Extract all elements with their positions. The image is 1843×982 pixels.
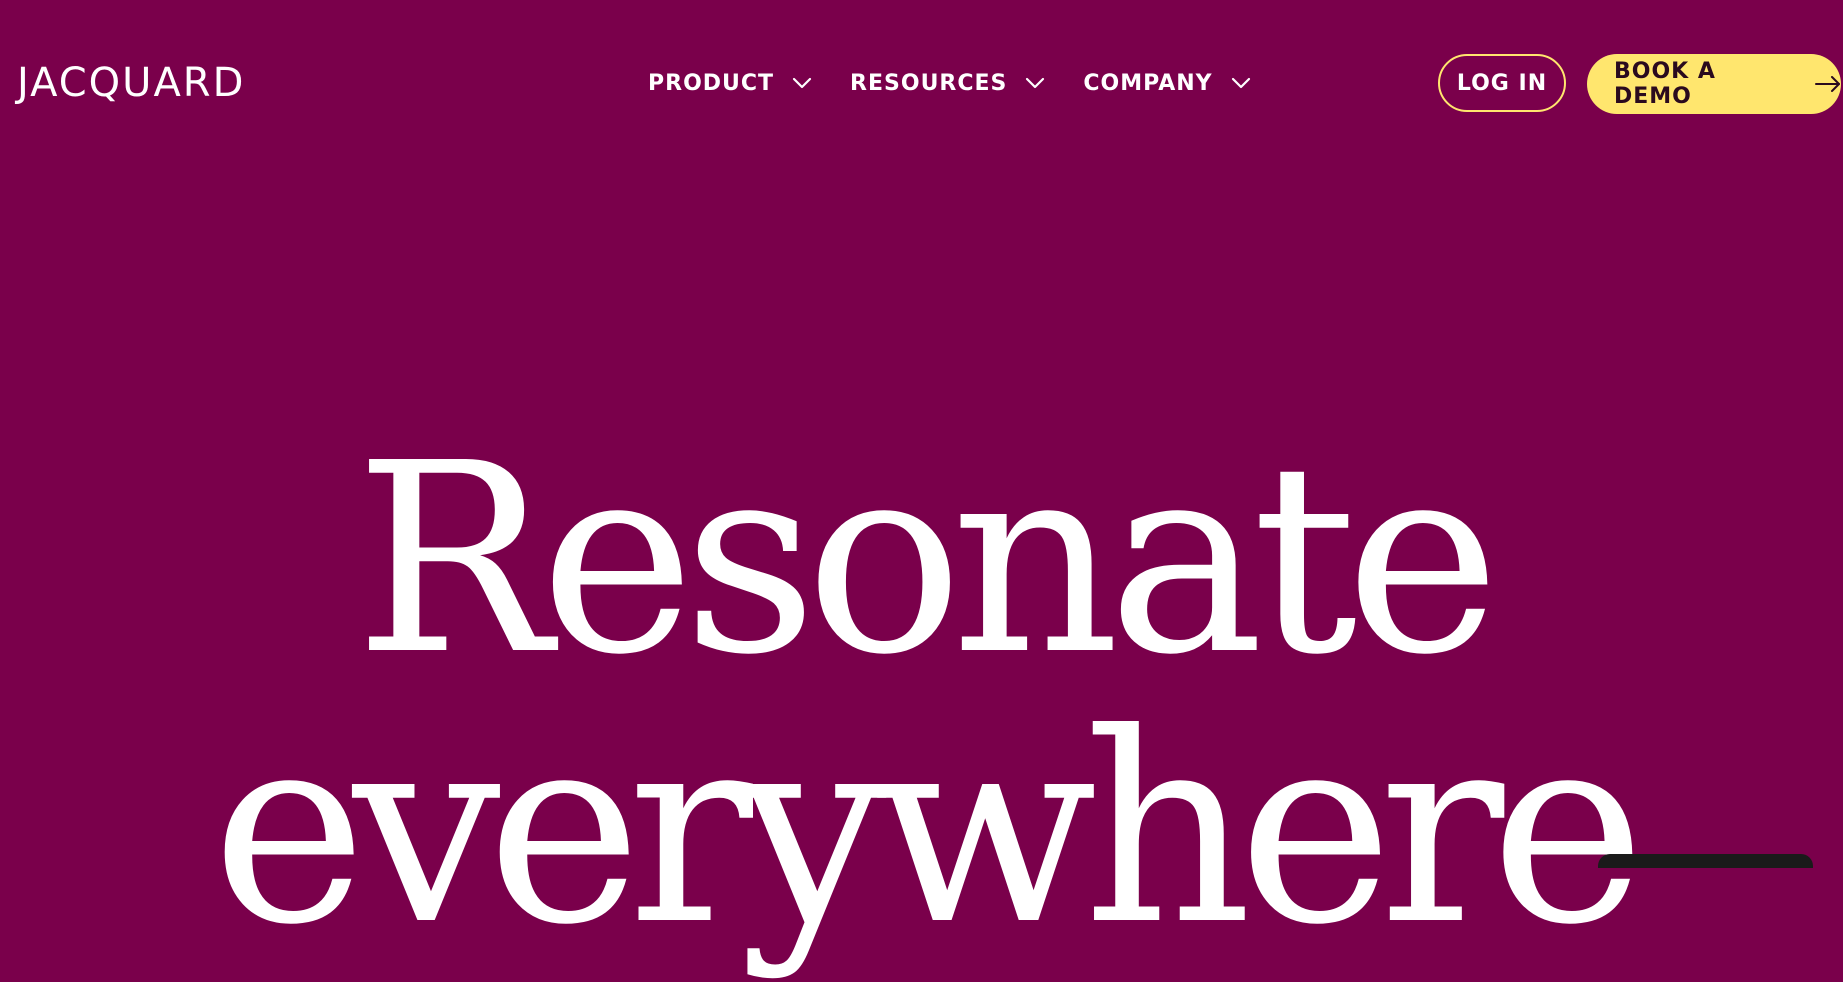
arrow-right-icon [1815,76,1841,92]
nav-item-label: COMPANY [1083,70,1213,96]
login-button-label: LOG IN [1456,70,1548,96]
book-demo-button[interactable]: BOOK A DEMO [1587,54,1841,114]
brand-logo[interactable]: JACQUARD [17,61,245,105]
nav-item-product[interactable]: PRODUCT [648,71,812,96]
nav-item-label: RESOURCES [850,70,1008,96]
chevron-down-icon [1025,77,1045,89]
hero-headline-line-2: everywhere [211,677,1646,982]
hero-headline-line-1: Resonate [354,407,1501,712]
chevron-down-icon [792,77,812,89]
nav-item-company[interactable]: COMPANY [1083,71,1250,96]
nav-item-label: PRODUCT [648,70,775,96]
chevron-down-icon [1231,77,1251,89]
chat-widget[interactable] [1598,854,1813,868]
login-button[interactable]: LOG IN [1438,54,1566,112]
book-demo-label: BOOK A DEMO [1614,59,1716,109]
main-nav: PRODUCT RESOURCES COMPANY [648,60,1251,106]
nav-item-resources[interactable]: RESOURCES [850,71,1045,96]
